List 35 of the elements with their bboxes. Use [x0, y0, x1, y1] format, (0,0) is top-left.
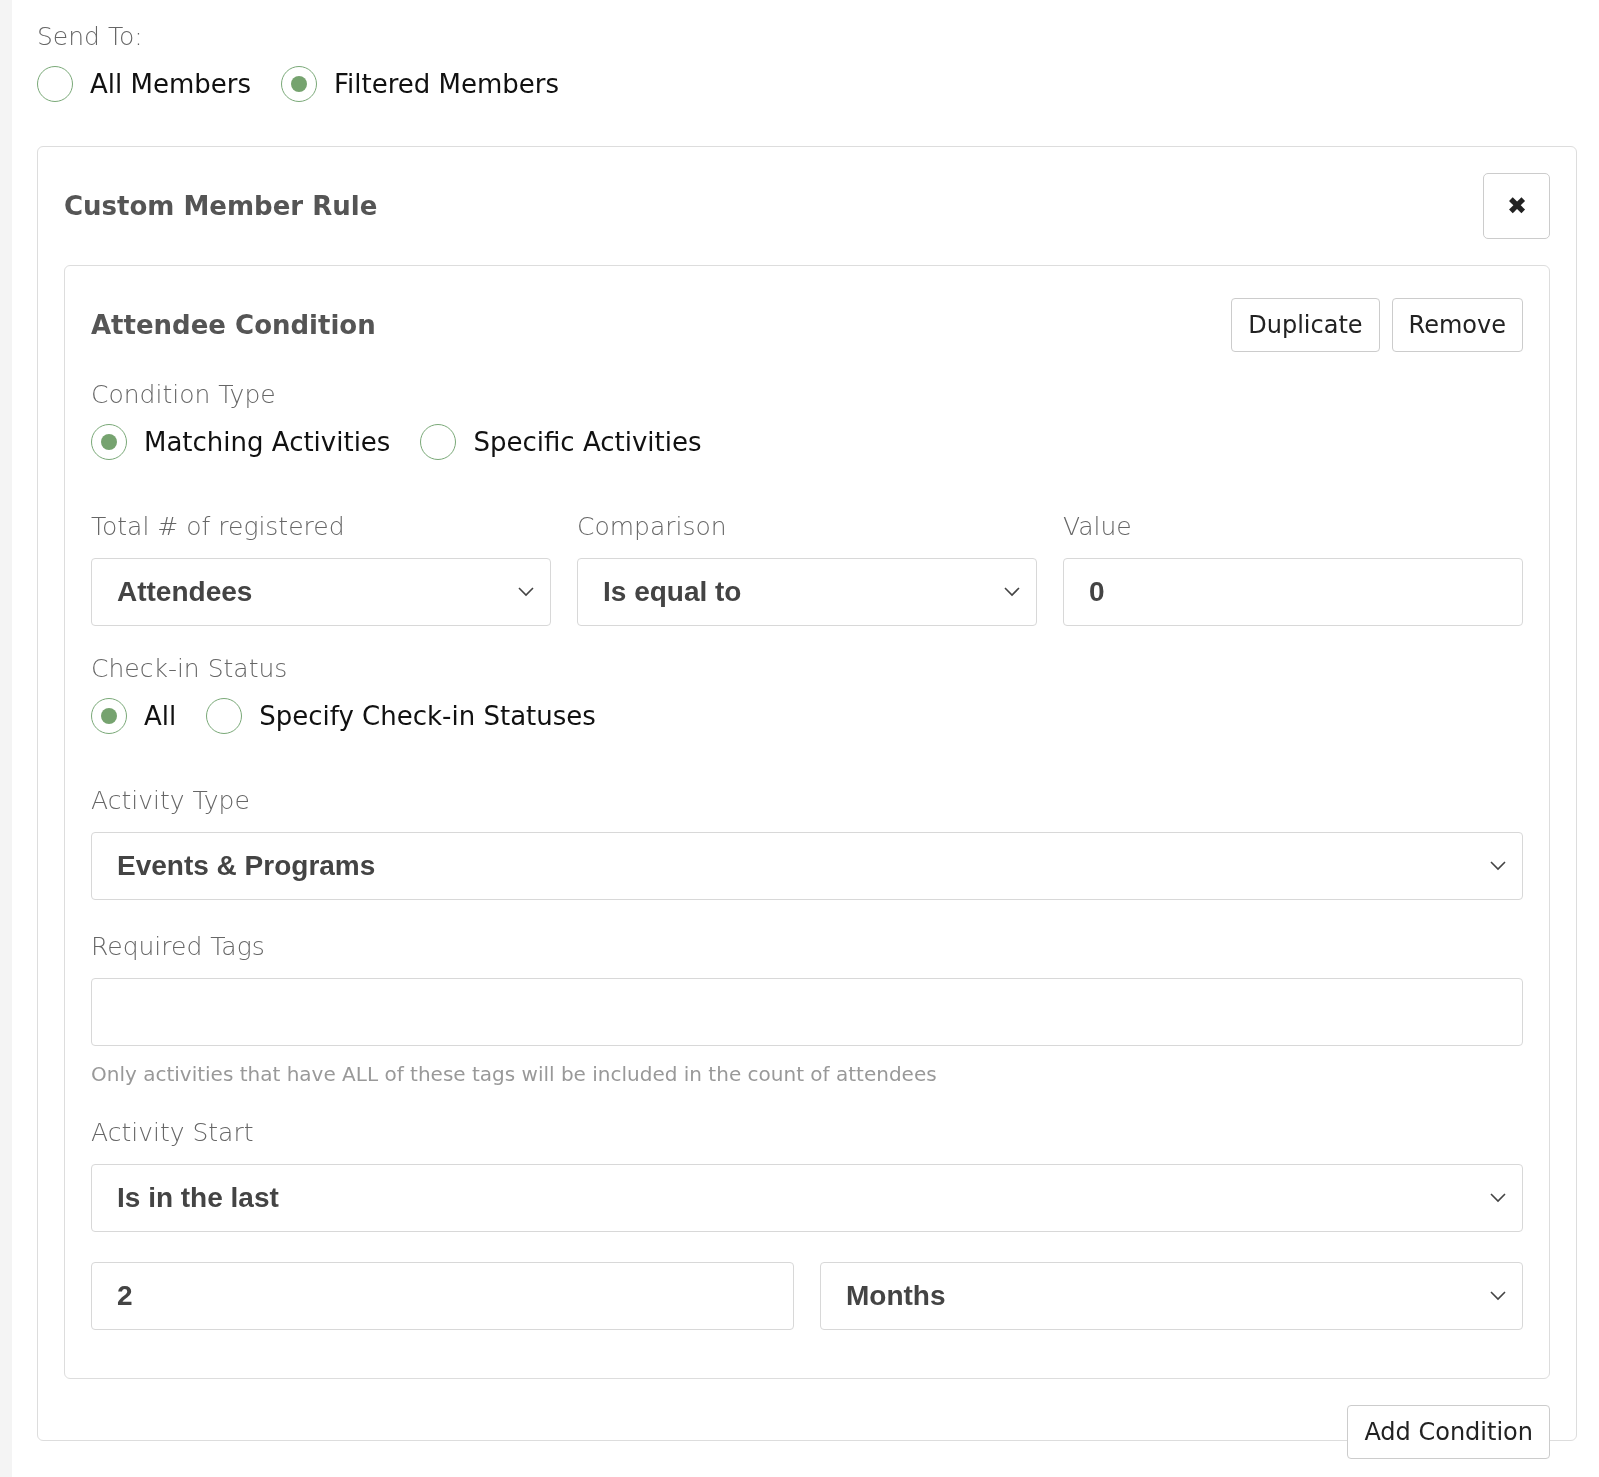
radio-label[interactable]: Matching Activities [144, 427, 391, 457]
dropdown[interactable]: Is equal to [577, 558, 1037, 626]
card-title: Custom Member Rule [64, 191, 378, 221]
chevron-down-icon [518, 587, 534, 597]
field-label: Required Tags [91, 931, 266, 963]
field-label: Check-in Status [91, 653, 289, 685]
field-label: Comparison [577, 511, 728, 543]
action-button[interactable]: Duplicate [1231, 298, 1380, 352]
chevron-down-icon [1004, 587, 1020, 597]
field-label: Total # of registered [91, 511, 346, 543]
input-field[interactable] [91, 978, 1523, 1046]
dropdown[interactable]: Is in the last [91, 1164, 1523, 1232]
radio-label[interactable]: Specific Activities [473, 427, 702, 457]
input-field[interactable]: 0 [1063, 558, 1523, 626]
field-label: Value [1063, 511, 1133, 543]
help-text: Only activities that have ALL of these tags will be included in the count of attendees [91, 1062, 938, 1086]
close-button[interactable]: ✖ [1483, 173, 1550, 239]
dropdown[interactable]: Attendees [91, 558, 551, 626]
field-label: Activity Start [91, 1117, 255, 1149]
add-condition-button[interactable]: Add Condition [1347, 1405, 1550, 1459]
field-label: Condition Type [91, 379, 277, 411]
radio-label[interactable]: Filtered Members [334, 69, 560, 99]
chevron-down-icon [1490, 1193, 1506, 1203]
radio-label[interactable]: All [144, 701, 177, 731]
chevron-down-icon [1490, 861, 1506, 871]
dropdown[interactable]: Events & Programs [91, 832, 1523, 900]
input-field[interactable]: 2 [91, 1262, 794, 1330]
condition-title: Attendee Condition [91, 310, 376, 340]
radio-label[interactable]: Specify Check-in Statuses [259, 701, 596, 731]
dropdown[interactable]: Months [820, 1262, 1523, 1330]
chevron-down-icon [1490, 1291, 1506, 1301]
radio-label[interactable]: All Members [90, 69, 251, 99]
field-label: Send To: [37, 21, 144, 53]
field-label: Activity Type [91, 785, 251, 817]
action-button[interactable]: Remove [1391, 298, 1523, 352]
